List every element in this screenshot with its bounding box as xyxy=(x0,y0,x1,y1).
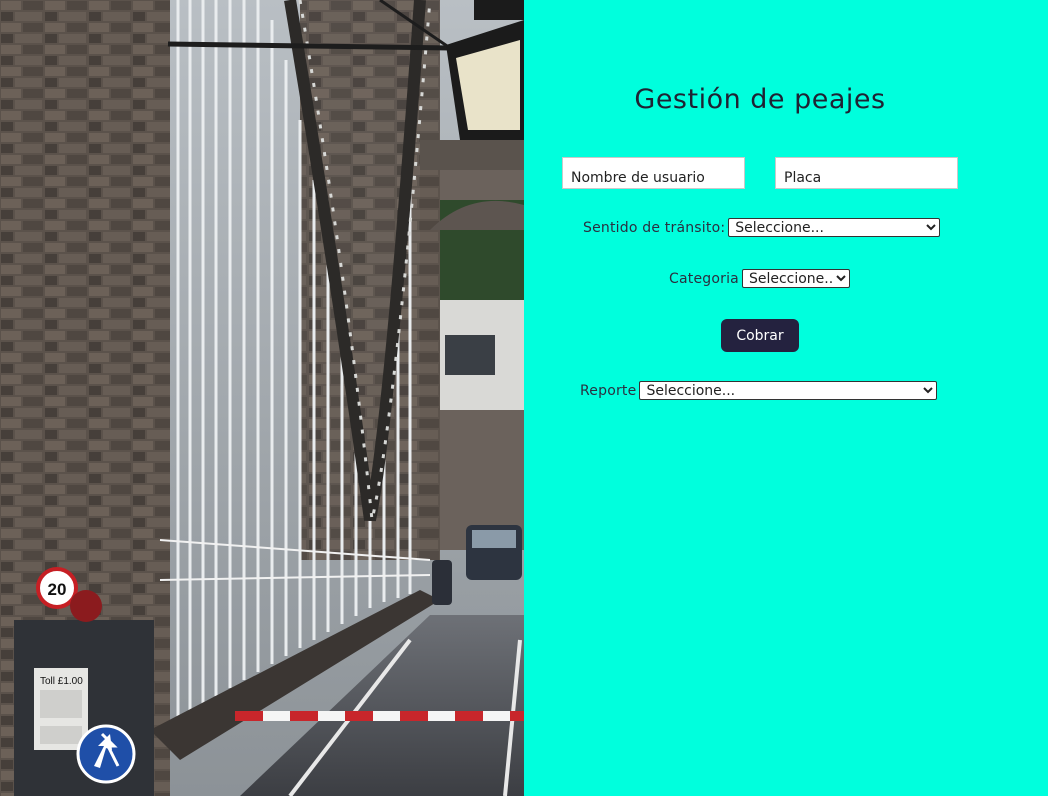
bridge-photo: Toll £1.00 20 xyxy=(0,0,524,796)
title-wrapper: Gestión de peajes xyxy=(524,84,996,115)
direction-row: Sentido de tránsito: Seleccione... xyxy=(583,218,941,237)
speed-limit-text: 20 xyxy=(48,580,67,599)
toll-sign-text: Toll £1.00 xyxy=(40,676,83,687)
direction-select[interactable]: Seleccione... xyxy=(728,218,941,237)
toll-form-panel: Gestión de peajes Sentido de tránsito: S… xyxy=(524,0,1048,796)
page-title: Gestión de peajes xyxy=(634,84,886,115)
category-row: Categoria Seleccione... xyxy=(669,269,850,288)
report-row: Reporte Seleccione... xyxy=(580,381,938,400)
bridge-illustration: Toll £1.00 20 xyxy=(0,0,524,796)
report-label: Reporte xyxy=(580,382,637,399)
direction-label: Sentido de tránsito: xyxy=(583,219,726,236)
keep-left-sign xyxy=(76,724,136,784)
toll-barrier xyxy=(235,711,524,721)
report-select[interactable]: Seleccione... xyxy=(639,381,938,400)
plate-input[interactable] xyxy=(775,157,958,189)
charge-button[interactable]: Cobrar xyxy=(721,319,799,352)
category-label: Categoria xyxy=(669,270,739,287)
username-input[interactable] xyxy=(562,157,745,189)
category-select[interactable]: Seleccione... xyxy=(741,269,850,288)
